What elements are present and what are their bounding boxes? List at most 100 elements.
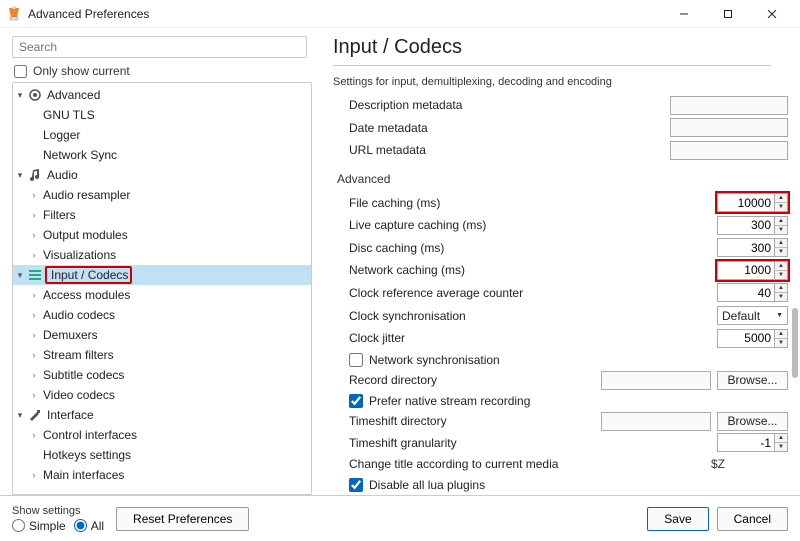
tree-item-input-codecs[interactable]: ▾Input / Codecs [13, 265, 311, 285]
tree-item-control-interfaces[interactable]: ›Control interfaces [13, 425, 311, 445]
tree-item-visualizations[interactable]: ›Visualizations [13, 245, 311, 265]
expand-icon[interactable]: ▾ [13, 90, 27, 101]
tree-item-subtitle-codecs[interactable]: ›Subtitle codecs [13, 365, 311, 385]
preferences-tree[interactable]: ▾Advanced GNU TLS Logger Network Sync ▾A… [12, 82, 312, 495]
radio-simple-input[interactable] [12, 519, 25, 532]
show-settings-label: Show settings [12, 505, 104, 517]
tree-item-main-interfaces[interactable]: ›Main interfaces [13, 465, 311, 485]
network-sync-check[interactable]: Network synchronisation [333, 349, 788, 370]
network-sync-checkbox[interactable] [349, 353, 363, 367]
only-show-current-label: Only show current [33, 64, 130, 78]
chevron-right-icon[interactable]: › [27, 390, 41, 400]
right-panel: Input / Codecs Settings for input, demul… [315, 28, 800, 495]
reset-preferences-button[interactable]: Reset Preferences [116, 507, 249, 531]
disc-caching-input[interactable] [717, 238, 775, 257]
expand-icon[interactable]: ▾ [13, 410, 27, 421]
chevron-right-icon[interactable]: › [27, 310, 41, 320]
network-caching-input[interactable] [717, 261, 775, 280]
tree-item-demuxers[interactable]: ›Demuxers [13, 325, 311, 345]
field-timeshift-directory: Timeshift directoryBrowse... [333, 411, 788, 432]
live-capture-spin[interactable]: ▲▼ [717, 216, 788, 235]
search-input[interactable] [12, 36, 307, 58]
url-metadata-input[interactable] [670, 141, 788, 160]
timeshift-gran-input[interactable] [717, 433, 775, 452]
radio-simple[interactable]: Simple [12, 519, 66, 533]
page-subtitle: Settings for input, demultiplexing, deco… [333, 76, 788, 88]
field-change-title: Change title according to current media$… [333, 454, 788, 475]
clock-ref-input[interactable] [717, 283, 775, 302]
chevron-right-icon[interactable]: › [27, 350, 41, 360]
tree-item-audio[interactable]: ▾Audio [13, 165, 311, 185]
chevron-right-icon[interactable]: › [27, 230, 41, 240]
save-button[interactable]: Save [647, 507, 708, 531]
right-scrollbar[interactable] [792, 108, 798, 487]
tree-item-audio-codecs[interactable]: ›Audio codecs [13, 305, 311, 325]
record-browse-button[interactable]: Browse... [717, 371, 788, 390]
record-dir-input[interactable] [601, 371, 711, 390]
chevron-right-icon[interactable]: › [27, 190, 41, 200]
field-clock-jitter: Clock jitter▲▼ [333, 328, 788, 349]
field-network-caching: Network caching (ms)▲▼ [333, 260, 788, 281]
network-caching-spin[interactable]: ▲▼ [717, 261, 788, 280]
chevron-right-icon[interactable]: › [27, 430, 41, 440]
maximize-button[interactable] [706, 0, 750, 28]
only-show-current[interactable]: Only show current [14, 64, 315, 78]
tree-item-video-codecs[interactable]: ›Video codecs [13, 385, 311, 405]
tree-item-hotkeys[interactable]: Hotkeys settings [13, 445, 311, 465]
clock-jitter-input[interactable] [717, 329, 775, 348]
scrollbar-thumb[interactable] [792, 308, 798, 378]
only-show-current-checkbox[interactable] [14, 65, 27, 78]
close-button[interactable] [750, 0, 794, 28]
disc-caching-spin[interactable]: ▲▼ [717, 238, 788, 257]
prefer-native-check[interactable]: Prefer native stream recording [333, 390, 788, 411]
chevron-right-icon[interactable]: › [27, 370, 41, 380]
chevron-down-icon: ▼ [776, 312, 783, 319]
field-description-metadata: Description metadata [333, 95, 788, 116]
file-caching-input[interactable] [717, 193, 775, 212]
tree-item-gnutls[interactable]: GNU TLS [13, 105, 311, 125]
timeshift-dir-input[interactable] [601, 412, 711, 431]
clock-sync-combo[interactable]: Default▼ [717, 306, 788, 325]
field-clock-sync: Clock synchronisationDefault▼ [333, 305, 788, 326]
cancel-button[interactable]: Cancel [717, 507, 788, 531]
tree-item-access-modules[interactable]: ›Access modules [13, 285, 311, 305]
page-title: Input / Codecs [333, 36, 771, 66]
minimize-button[interactable] [662, 0, 706, 28]
radio-all[interactable]: All [74, 519, 104, 533]
tree-item-filters[interactable]: ›Filters [13, 205, 311, 225]
field-date-metadata: Date metadata [333, 118, 788, 139]
tree-item-stream-filters[interactable]: ›Stream filters [13, 345, 311, 365]
field-clock-ref-avg: Clock reference average counter▲▼ [333, 283, 788, 304]
radio-all-input[interactable] [74, 519, 87, 532]
clock-jitter-spin[interactable]: ▲▼ [717, 329, 788, 348]
live-capture-input[interactable] [717, 216, 775, 235]
chevron-right-icon[interactable]: › [27, 470, 41, 480]
clock-ref-spin[interactable]: ▲▼ [717, 283, 788, 302]
gear-icon [27, 87, 43, 103]
field-timeshift-gran: Timeshift granularity▲▼ [333, 432, 788, 453]
file-caching-spin[interactable]: ▲▼ [717, 193, 788, 212]
tree-item-network-sync[interactable]: Network Sync [13, 145, 311, 165]
tree-item-logger[interactable]: Logger [13, 125, 311, 145]
note-icon [27, 167, 43, 183]
chevron-right-icon[interactable]: › [27, 330, 41, 340]
section-advanced: Advanced [337, 172, 788, 186]
disable-lua-checkbox[interactable] [349, 478, 363, 492]
description-metadata-input[interactable] [670, 96, 788, 115]
change-title-value: $Z [648, 457, 788, 471]
chevron-right-icon[interactable]: › [27, 290, 41, 300]
prefer-native-checkbox[interactable] [349, 394, 363, 408]
field-record-directory: Record directoryBrowse... [333, 370, 788, 391]
chevron-right-icon[interactable]: › [27, 210, 41, 220]
tree-item-audio-resampler[interactable]: ›Audio resampler [13, 185, 311, 205]
tree-item-advanced[interactable]: ▾Advanced [13, 85, 311, 105]
disable-lua-check[interactable]: Disable all lua plugins [333, 475, 788, 496]
timeshift-browse-button[interactable]: Browse... [717, 412, 788, 431]
expand-icon[interactable]: ▾ [13, 170, 27, 181]
expand-icon[interactable]: ▾ [13, 270, 27, 281]
tree-item-interface[interactable]: ▾Interface [13, 405, 311, 425]
chevron-right-icon[interactable]: › [27, 250, 41, 260]
timeshift-gran-spin[interactable]: ▲▼ [717, 433, 788, 452]
date-metadata-input[interactable] [670, 118, 788, 137]
tree-item-output-modules[interactable]: ›Output modules [13, 225, 311, 245]
